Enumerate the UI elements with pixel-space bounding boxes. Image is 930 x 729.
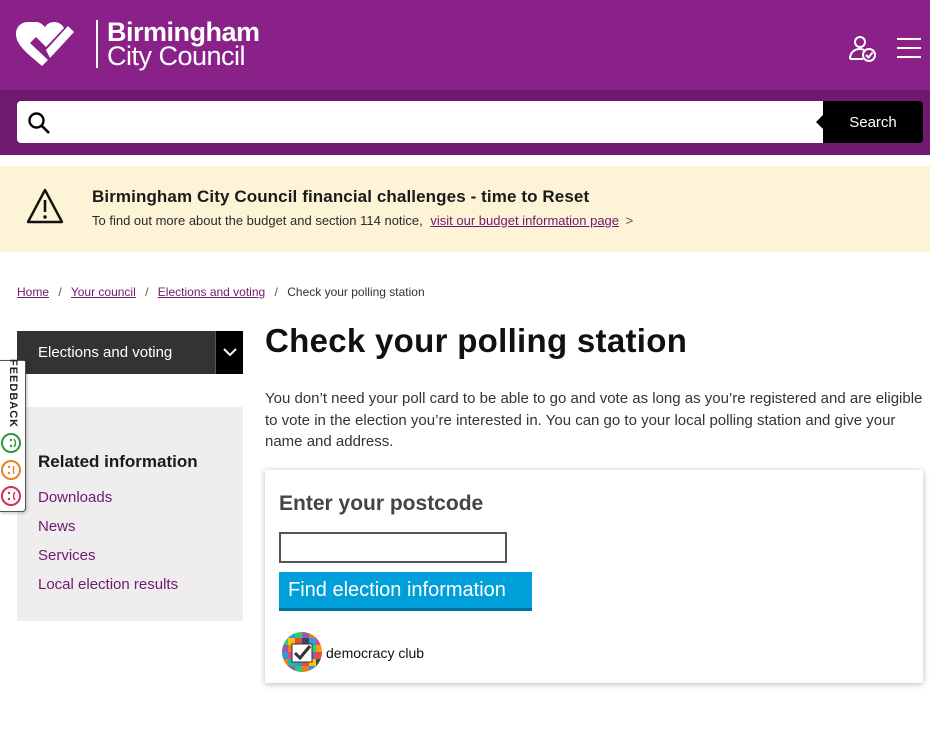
- financial-alert-banner: Birmingham City Council financial challe…: [0, 166, 930, 252]
- happy-face-icon[interactable]: [1, 433, 21, 453]
- neutral-face-icon[interactable]: [1, 460, 21, 480]
- breadcrumb-separator: /: [58, 285, 62, 299]
- chevron-down-icon: [223, 348, 237, 357]
- intro-paragraph: You don’t need your poll card to be able…: [265, 390, 923, 450]
- related-link-local-election-results[interactable]: Local election results: [38, 576, 178, 605]
- breadcrumb-current: Check your polling station: [287, 285, 425, 299]
- related-link-downloads[interactable]: Downloads: [38, 489, 178, 518]
- related-information-panel: Related information Downloads News Servi…: [17, 407, 243, 621]
- breadcrumb-your-council[interactable]: Your council: [71, 285, 136, 299]
- site-logo[interactable]: Birmingham City Council: [16, 18, 260, 71]
- democracy-club-logo-icon[interactable]: [281, 631, 323, 673]
- democracy-club-label[interactable]: democracy club: [326, 645, 424, 661]
- section-nav-label: Elections and voting: [38, 344, 173, 361]
- search-input[interactable]: [65, 107, 815, 137]
- breadcrumb-separator: /: [274, 285, 278, 299]
- feedback-label: FEEDBACK: [7, 359, 19, 429]
- search-button[interactable]: Search: [816, 101, 923, 143]
- alert-body: To find out more about the budget and se…: [92, 213, 423, 228]
- logo-divider: [96, 20, 98, 68]
- find-election-information-button[interactable]: Find election information: [279, 572, 532, 611]
- heart-check-logo-icon: [16, 22, 74, 66]
- widget-heading: Enter your postcode: [279, 492, 484, 515]
- related-link-news[interactable]: News: [38, 518, 178, 547]
- search-bar: Search: [0, 90, 930, 155]
- sad-face-icon[interactable]: [1, 486, 21, 506]
- breadcrumb: Home / Your council / Elections and voti…: [17, 285, 425, 299]
- related-links-list: Downloads News Services Local election r…: [38, 489, 178, 605]
- feedback-tab[interactable]: FEEDBACK: [0, 359, 26, 512]
- page-title: Check your polling station: [265, 322, 688, 359]
- warning-triangle-icon: [26, 188, 64, 224]
- breadcrumb-home[interactable]: Home: [17, 285, 49, 299]
- breadcrumb-elections-and-voting[interactable]: Elections and voting: [158, 285, 265, 299]
- section-nav-dropdown[interactable]: Elections and voting: [17, 331, 243, 374]
- polling-station-widget: Enter your postcode Find election inform…: [265, 470, 923, 683]
- budget-info-link[interactable]: visit our budget information page: [430, 213, 619, 228]
- account-check-icon[interactable]: [848, 34, 876, 62]
- hamburger-menu-icon[interactable]: [896, 37, 922, 59]
- site-header: Birmingham City Council: [0, 0, 930, 90]
- postcode-input[interactable]: [279, 532, 507, 563]
- search-box: [17, 101, 825, 143]
- chevron-right-icon: >: [625, 213, 634, 228]
- related-link-services[interactable]: Services: [38, 547, 178, 576]
- section-nav-toggle[interactable]: [215, 331, 243, 374]
- alert-text: To find out more about the budget and se…: [92, 213, 633, 228]
- search-icon: [28, 112, 50, 134]
- breadcrumb-separator: /: [145, 285, 149, 299]
- related-heading: Related information: [38, 452, 198, 471]
- feedback-label-box: FEEDBACK: [0, 359, 25, 429]
- alert-title: Birmingham City Council financial challe…: [92, 187, 590, 206]
- logo-text-line2: City Council: [107, 41, 246, 71]
